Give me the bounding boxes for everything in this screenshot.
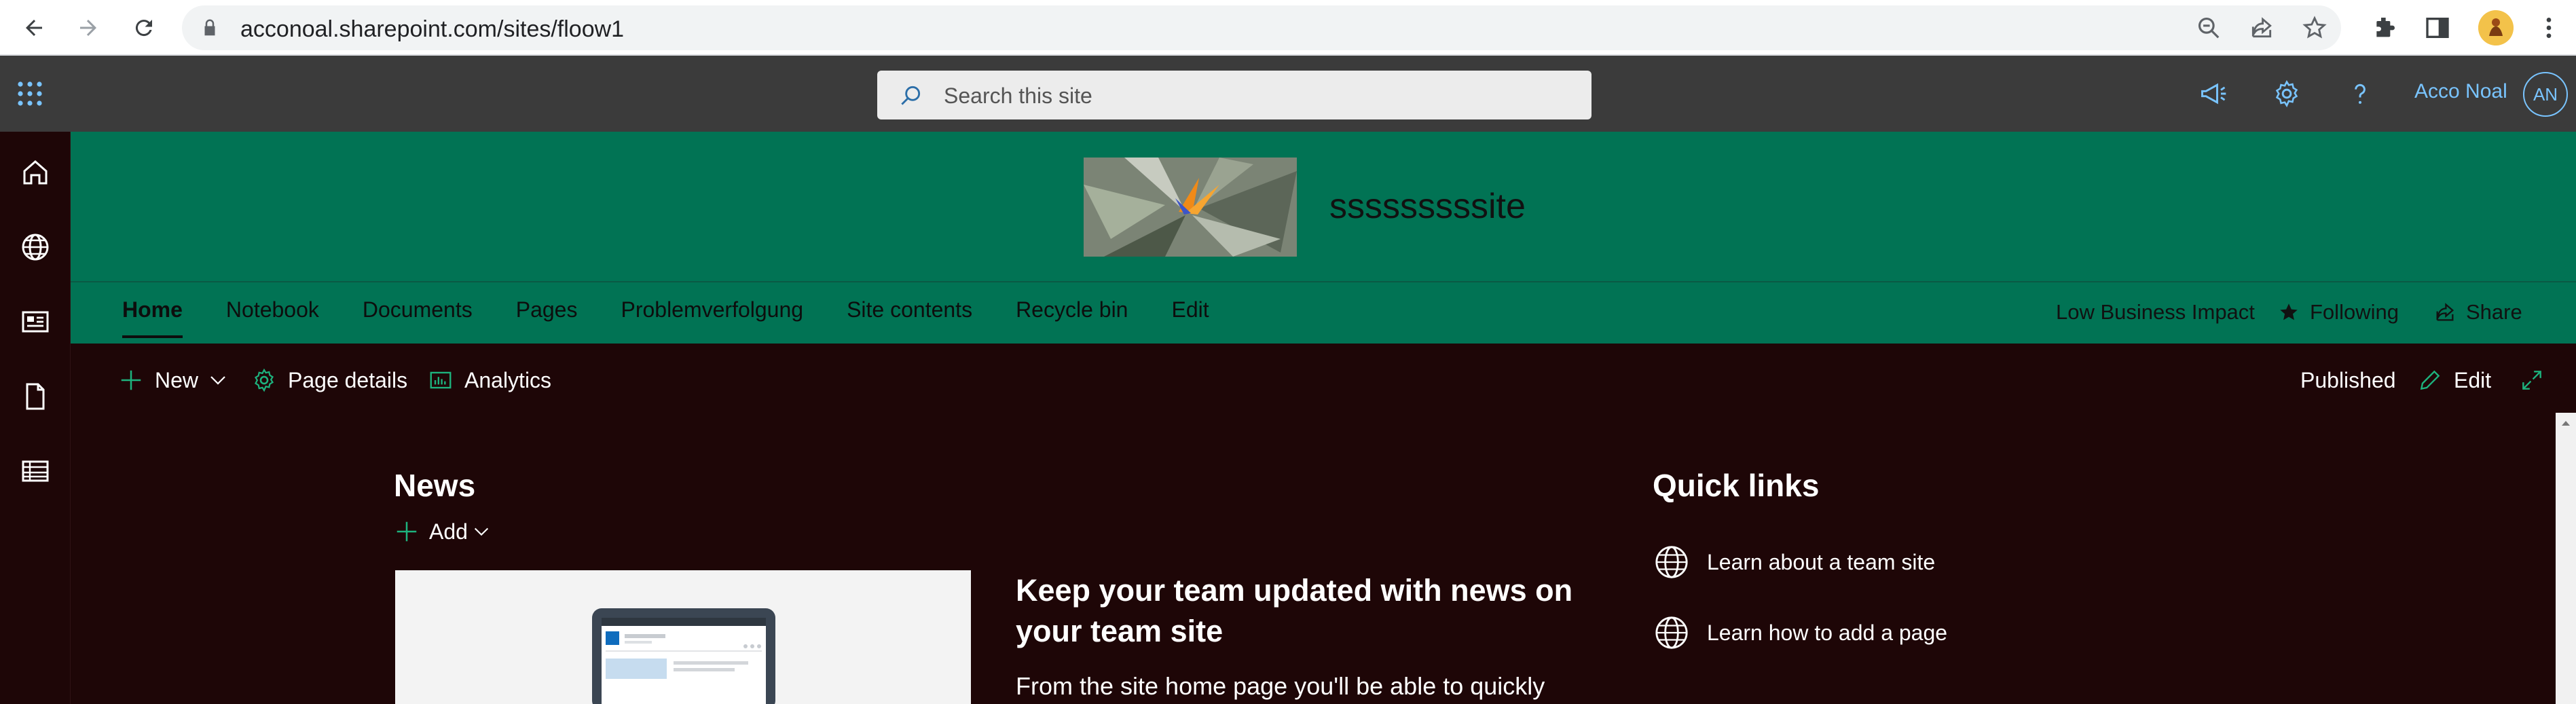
- quick-link-item[interactable]: Learn how to add a page: [1653, 614, 1947, 652]
- new-label: New: [155, 367, 199, 392]
- reload-button[interactable]: [126, 10, 162, 45]
- page-scrollbar[interactable]: [2556, 413, 2576, 704]
- site-title[interactable]: sssssssssite: [1329, 186, 1526, 227]
- url-text[interactable]: acconoal.sharepoint.com/sites/floow1: [240, 16, 624, 43]
- address-bar[interactable]: acconoal.sharepoint.com/sites/floow1: [182, 5, 2341, 50]
- help-icon[interactable]: [2345, 79, 2375, 109]
- app-bar: [0, 132, 71, 704]
- search-icon: [901, 86, 921, 105]
- nav-item-notebook[interactable]: Notebook: [226, 297, 319, 330]
- user-avatar[interactable]: AN: [2523, 72, 2568, 117]
- news-body: From the site home page you'll be able t…: [1016, 672, 1545, 700]
- chevron-down-icon: [474, 527, 489, 536]
- share-label: Share: [2466, 300, 2522, 324]
- expand-button[interactable]: [2519, 365, 2556, 395]
- page-details-button[interactable]: Page details: [251, 365, 407, 395]
- add-news-label: Add: [429, 519, 468, 544]
- extensions-icon[interactable]: [2371, 14, 2398, 41]
- reload-icon: [135, 20, 152, 37]
- news-illustration[interactable]: [395, 570, 971, 704]
- plus-icon: [121, 370, 141, 390]
- quick-link-label: Learn about a team site: [1707, 549, 1936, 574]
- plus-icon: [397, 521, 417, 542]
- settings-gear-icon[interactable]: [2272, 79, 2302, 109]
- news-headline[interactable]: Keep your team updated with news on your…: [1016, 570, 1586, 652]
- globe-icon[interactable]: [19, 231, 52, 263]
- arrow-right-icon: [80, 20, 96, 36]
- app-launcher-icon[interactable]: [16, 80, 43, 107]
- browser-profile-avatar[interactable]: [2478, 10, 2514, 45]
- classification-label: Low Business Impact: [2056, 300, 2255, 324]
- suite-bar: Search this site Acco Noal AN: [0, 56, 2576, 132]
- gear-icon: [254, 368, 274, 392]
- home-icon[interactable]: [19, 156, 52, 189]
- profile-picture-icon: [2478, 10, 2514, 45]
- quick-links-title: Quick links: [1653, 468, 1820, 503]
- side-panel-icon[interactable]: [2424, 14, 2451, 41]
- nav-item-recycle-bin[interactable]: Recycle bin: [1016, 297, 1128, 330]
- site-logo[interactable]: [1084, 158, 1297, 257]
- chevron-down-icon: [210, 376, 225, 385]
- scroll-up-arrow-icon[interactable]: [2556, 413, 2576, 433]
- expand-icon: [2522, 371, 2541, 390]
- lock-icon: [204, 19, 215, 36]
- nav-item-documents[interactable]: Documents: [363, 297, 473, 330]
- pencil-icon: [2420, 370, 2440, 390]
- user-name[interactable]: Acco Noal: [2414, 80, 2507, 103]
- edit-page-button[interactable]: Edit: [2417, 365, 2491, 395]
- publish-status: Published: [2300, 367, 2396, 392]
- back-button[interactable]: [16, 10, 52, 45]
- command-bar: New Page details Analytics Published Edi…: [71, 344, 2576, 415]
- edit-label: Edit: [2454, 367, 2492, 392]
- header-divider: [71, 281, 2576, 282]
- megaphone-icon[interactable]: [2198, 79, 2228, 109]
- analytics-button[interactable]: Analytics: [428, 365, 551, 395]
- news-icon[interactable]: [19, 305, 52, 338]
- forward-button[interactable]: [71, 10, 106, 45]
- arrow-left-icon: [26, 20, 42, 36]
- new-button[interactable]: New: [118, 365, 228, 395]
- page-details-label: Page details: [288, 367, 408, 392]
- globe-icon: [1655, 616, 1688, 649]
- star-filled-icon: [2280, 303, 2298, 320]
- site-logo-image: [1084, 158, 1297, 257]
- news-title: News: [394, 468, 476, 503]
- add-news-button[interactable]: Add: [394, 519, 491, 544]
- more-vertical-icon[interactable]: [2535, 14, 2562, 41]
- site-navigation: Home Notebook Documents Pages Problemver…: [122, 297, 1253, 338]
- bookmark-star-icon[interactable]: [2302, 15, 2327, 41]
- analytics-label: Analytics: [464, 367, 552, 392]
- quick-link-item[interactable]: Learn about a team site: [1653, 543, 1935, 581]
- search-placeholder[interactable]: Search this site: [944, 84, 1092, 109]
- nav-item-home[interactable]: Home: [122, 297, 183, 338]
- nav-item-edit[interactable]: Edit: [1171, 297, 1209, 330]
- quick-link-label: Learn how to add a page: [1707, 620, 1948, 645]
- analytics-icon: [430, 371, 452, 389]
- share-page-icon[interactable]: [2249, 15, 2275, 41]
- site-header: sssssssssite Home Notebook Documents Pag…: [71, 132, 2576, 344]
- browser-toolbar: acconoal.sharepoint.com/sites/floow1: [0, 0, 2576, 56]
- share-button[interactable]: Share: [2433, 300, 2522, 325]
- document-icon[interactable]: [19, 380, 52, 413]
- nav-item-problemverfolgung[interactable]: Problemverfolgung: [621, 297, 803, 330]
- news-illustration-image: [395, 570, 971, 704]
- site-search-box[interactable]: Search this site: [877, 71, 1591, 119]
- following-label: Following: [2310, 300, 2399, 324]
- nav-item-pages[interactable]: Pages: [516, 297, 578, 330]
- globe-icon: [1655, 546, 1688, 578]
- share-icon: [2436, 303, 2454, 321]
- zoom-icon[interactable]: [2196, 15, 2222, 41]
- list-icon[interactable]: [19, 455, 52, 487]
- nav-item-site-contents[interactable]: Site contents: [847, 297, 972, 330]
- following-button[interactable]: Following: [2277, 300, 2399, 325]
